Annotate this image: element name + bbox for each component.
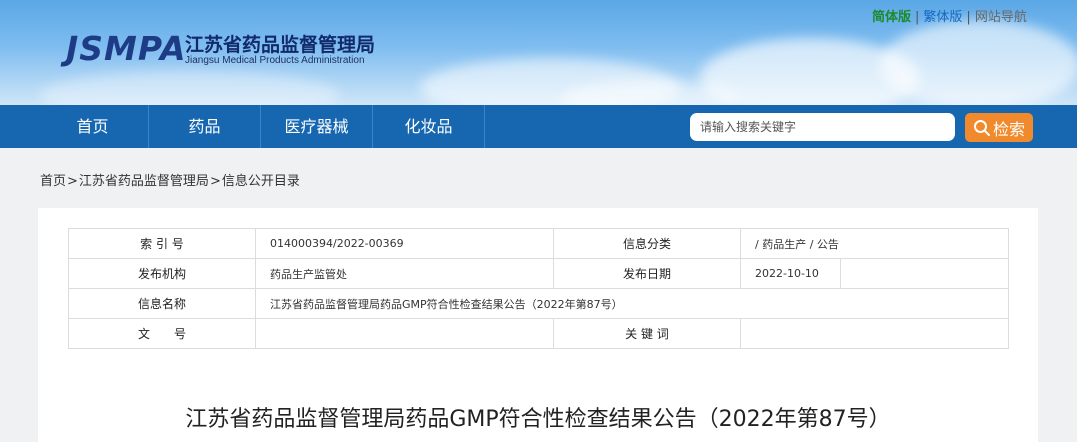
sitemap-link[interactable]: 网站导航 xyxy=(975,6,1027,25)
site-logo-mark[interactable]: JSMPA xyxy=(66,29,187,68)
index-label: 索 引 号 xyxy=(68,228,256,259)
table-row: 信息名称 江苏省药品监督管理局药品GMP符合性检查结果公告（2022年第87号） xyxy=(68,288,1009,319)
keywords-label: 关 键 词 xyxy=(553,318,741,349)
table-row: 文 号 关 键 词 xyxy=(68,318,1009,349)
table-row: 发布机构 药品生产监管处 发布日期 2022-10-10 xyxy=(68,258,1009,289)
keywords-value xyxy=(740,318,1009,349)
category-value: / 药品生产 / 公告 xyxy=(740,228,1009,259)
document-title: 江苏省药品监督管理局药品GMP符合性检查结果公告（2022年第87号） xyxy=(185,407,891,432)
date-label: 发布日期 xyxy=(553,258,741,289)
breadcrumb-separator: > xyxy=(209,174,221,189)
table-row: 索 引 号 014000394/2022-00369 信息分类 / 药品生产 /… xyxy=(68,228,1009,259)
name-label: 信息名称 xyxy=(68,288,256,319)
main-nav: 首页 药品 医疗器械 化妆品 检索 xyxy=(0,105,1077,148)
language-switcher: 简体版 | 繁体版 | 网站导航 xyxy=(872,6,1027,25)
nav-item-drugs[interactable]: 药品 xyxy=(149,105,261,148)
name-value: 江苏省药品监督管理局药品GMP符合性检查结果公告（2022年第87号） xyxy=(255,288,1009,319)
publisher-label: 发布机构 xyxy=(68,258,256,289)
nav-item-cosmetics[interactable]: 化妆品 xyxy=(373,105,485,148)
header-banner: JSMPA 江苏省药品监督管理局 Jiangsu Medical Product… xyxy=(0,0,1077,105)
date-extra-cell xyxy=(840,258,1009,289)
lang-separator: | xyxy=(915,10,920,25)
breadcrumb-item-catalog[interactable]: 信息公开目录 xyxy=(222,174,300,189)
nav-item-medical-devices[interactable]: 医疗器械 xyxy=(261,105,373,148)
banner-cloud xyxy=(880,20,1077,105)
traditional-link[interactable]: 繁体版 xyxy=(923,6,962,25)
search-input[interactable] xyxy=(690,113,955,141)
lang-separator: | xyxy=(966,10,971,25)
search-button[interactable]: 检索 xyxy=(965,113,1033,142)
simplified-link[interactable]: 简体版 xyxy=(872,6,911,25)
breadcrumb: 首页>江苏省药品监督管理局>信息公开目录 xyxy=(40,170,300,189)
info-metadata-table: 索 引 号 014000394/2022-00369 信息分类 / 药品生产 /… xyxy=(68,228,1009,349)
breadcrumb-item-agency[interactable]: 江苏省药品监督管理局 xyxy=(79,174,209,189)
index-value: 014000394/2022-00369 xyxy=(255,228,554,259)
content-panel: 索 引 号 014000394/2022-00369 信息分类 / 药品生产 /… xyxy=(38,208,1038,442)
search-button-label: 检索 xyxy=(992,119,1025,139)
search-icon xyxy=(973,119,990,136)
breadcrumb-separator: > xyxy=(67,174,78,189)
docno-value xyxy=(255,318,554,349)
publisher-value: 药品生产监管处 xyxy=(255,258,554,289)
docno-label: 文 号 xyxy=(68,318,256,349)
breadcrumb-item-home[interactable]: 首页 xyxy=(40,174,66,189)
date-value: 2022-10-10 xyxy=(740,258,841,289)
banner-cloud xyxy=(40,70,340,105)
category-label: 信息分类 xyxy=(553,228,741,259)
site-logo-title[interactable]: 江苏省药品监督管理局 xyxy=(185,30,375,57)
nav-item-home[interactable]: 首页 xyxy=(37,105,149,148)
site-logo-subtitle: Jiangsu Medical Products Administration xyxy=(185,55,365,66)
